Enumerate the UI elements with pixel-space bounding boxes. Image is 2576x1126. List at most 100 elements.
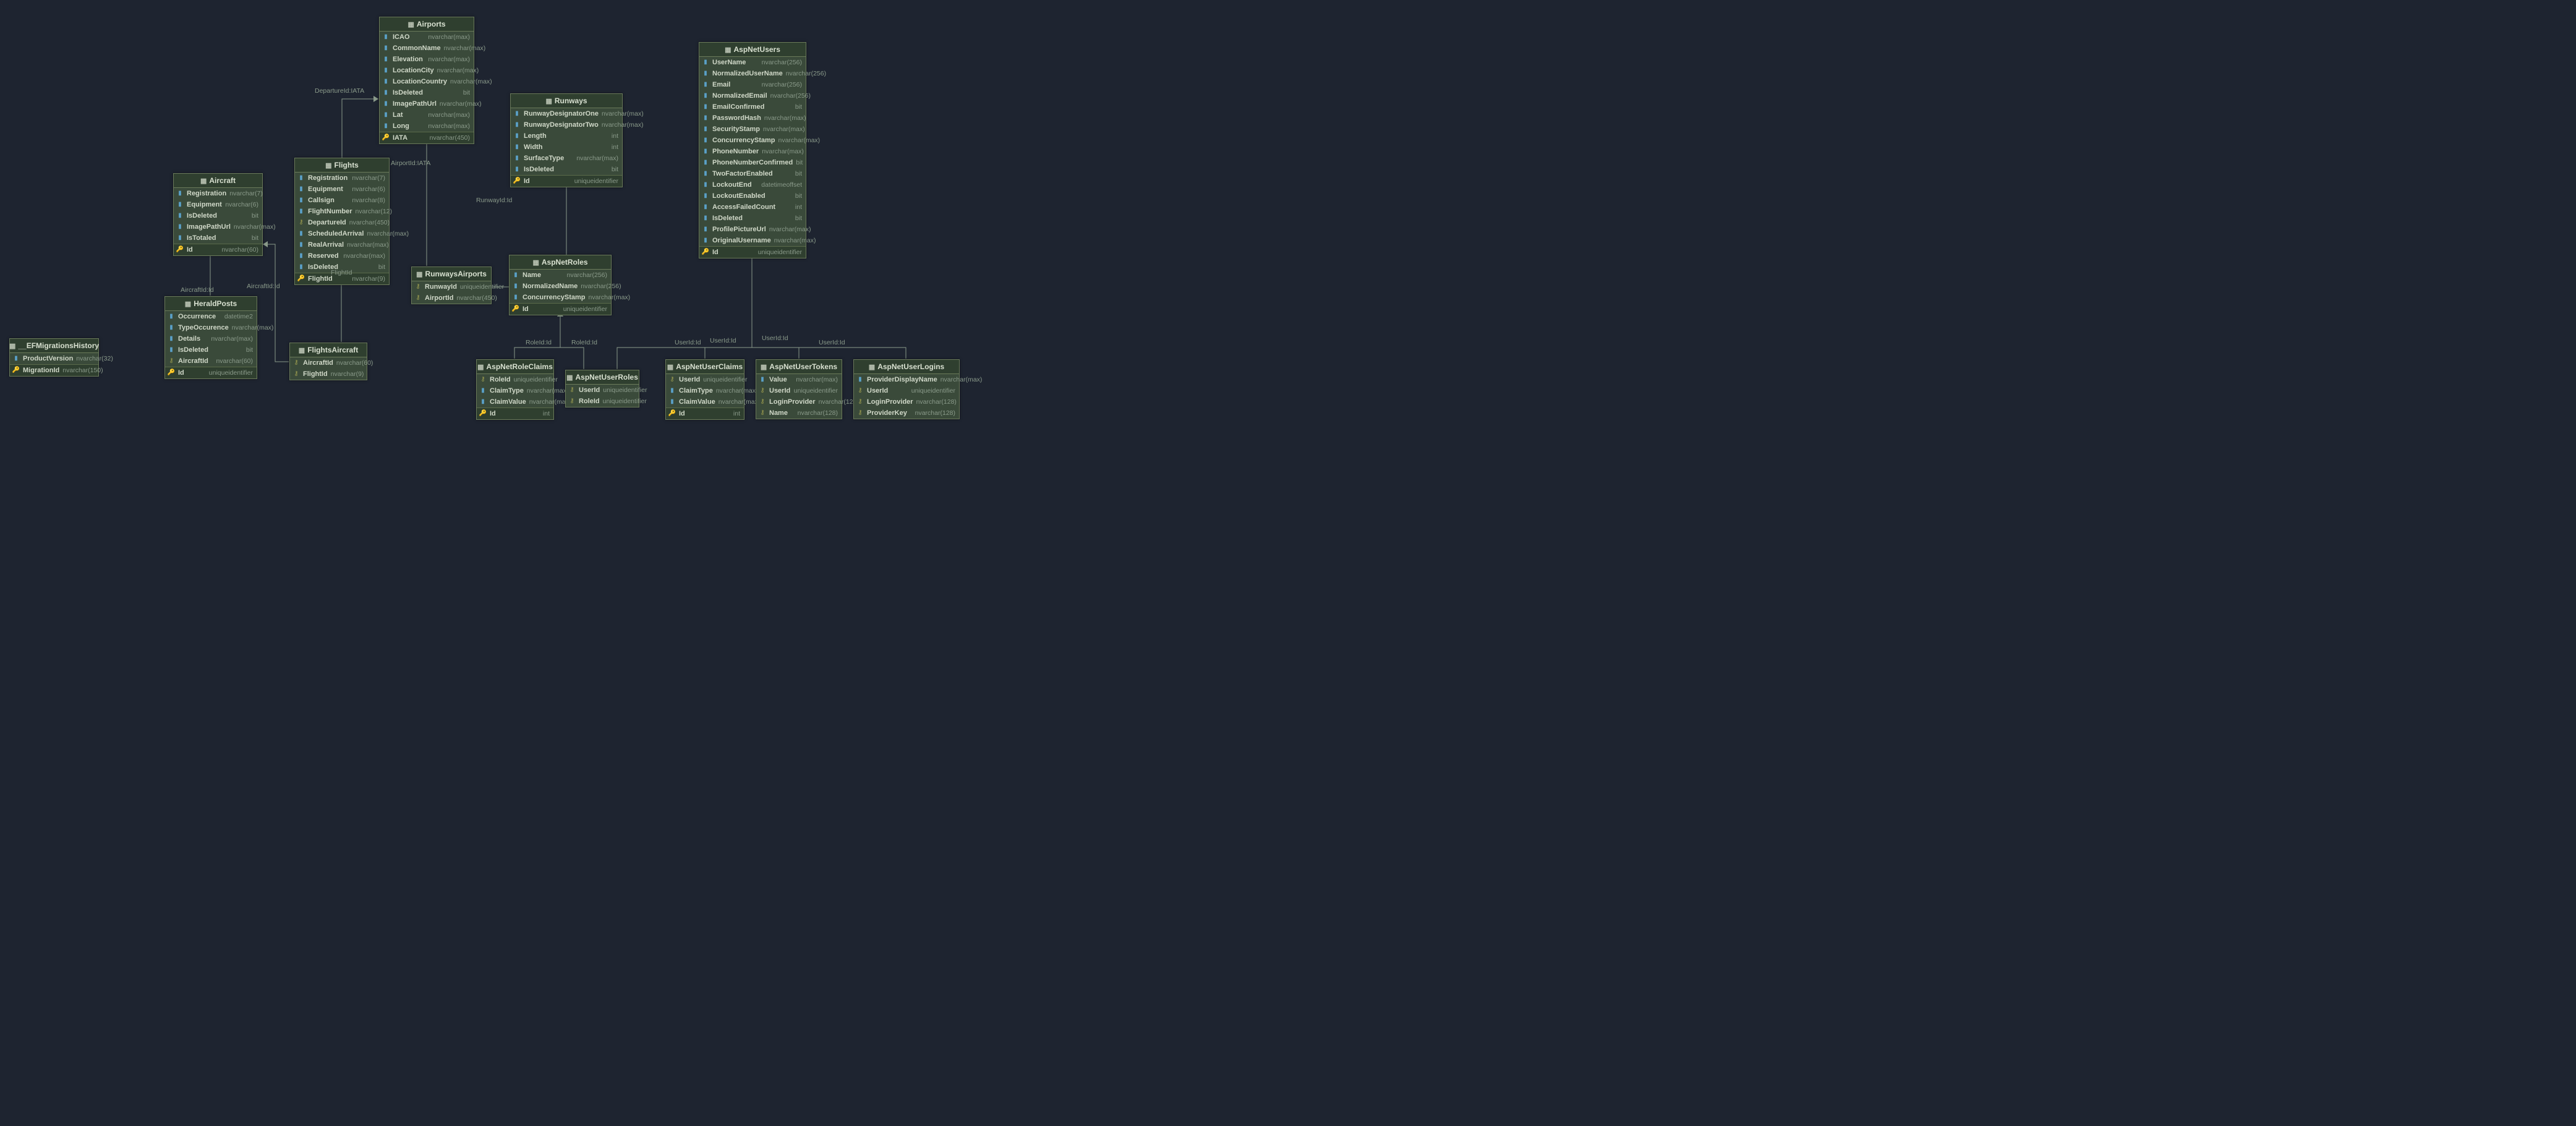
column-row[interactable]: ▮ScheduledArrivalnvarchar(max) xyxy=(295,228,389,239)
column-row[interactable]: ▮EmailConfirmedbit xyxy=(699,101,806,113)
column-row[interactable]: ▮LockoutEnddatetimeoffset xyxy=(699,179,806,190)
table-header[interactable]: ▦AspNetUserRoles xyxy=(566,370,639,385)
column-row[interactable]: ▮IsDeletedbit xyxy=(511,164,622,175)
column-row[interactable]: ⚷UserIduniqueidentifier xyxy=(566,385,639,396)
column-row[interactable]: 🔑Idnvarchar(60) xyxy=(174,244,262,255)
column-row[interactable]: ▮RunwayDesignatorTwonvarchar(max) xyxy=(511,119,622,130)
column-row[interactable]: ▮LocationCitynvarchar(max) xyxy=(380,65,474,76)
table-header[interactable]: ▦FlightsAircraft xyxy=(290,343,367,357)
column-row[interactable]: ⚷UserIduniqueidentifier xyxy=(854,385,959,396)
column-row[interactable]: ▮IsDeletedbit xyxy=(380,87,474,98)
column-row[interactable]: ▮PasswordHashnvarchar(max) xyxy=(699,113,806,124)
column-row[interactable]: ▮ImagePathUrlnvarchar(max) xyxy=(174,221,262,232)
column-row[interactable]: ▮SecurityStampnvarchar(max) xyxy=(699,124,806,135)
table-header[interactable]: ▦RunwaysAirports xyxy=(412,267,491,281)
column-row[interactable]: 🔑Idint xyxy=(477,407,553,419)
column-row[interactable]: ▮Namenvarchar(256) xyxy=(510,270,611,281)
column-row[interactable]: ▮Reservednvarchar(max) xyxy=(295,250,389,262)
column-row[interactable]: ▮ClaimTypenvarchar(max) xyxy=(477,385,553,396)
column-row[interactable]: ▮ClaimValuenvarchar(max) xyxy=(477,396,553,407)
column-row[interactable]: ⚷LoginProvidernvarchar(128) xyxy=(756,396,842,407)
table-runways[interactable]: ▦Runways▮RunwayDesignatorOnenvarchar(max… xyxy=(510,93,623,187)
column-row[interactable]: ▮ProductVersionnvarchar(32) xyxy=(10,353,98,364)
table-userroles[interactable]: ▦AspNetUserRoles⚷UserIduniqueidentifier⚷… xyxy=(565,370,639,407)
table-roleclaims[interactable]: ▦AspNetRoleClaims⚷RoleIduniqueidentifier… xyxy=(476,359,554,420)
table-header[interactable]: ▦HeraldPosts xyxy=(165,297,257,311)
column-row[interactable]: 🔑MigrationIdnvarchar(150) xyxy=(10,364,98,376)
column-row[interactable]: ⚷RoleIduniqueidentifier xyxy=(477,374,553,385)
table-flights[interactable]: ▦Flights▮Registrationnvarchar(7)▮Equipme… xyxy=(294,158,390,285)
column-row[interactable]: ▮UserNamenvarchar(256) xyxy=(699,57,806,68)
column-row[interactable]: ▮Occurrencedatetime2 xyxy=(165,311,257,322)
table-herald[interactable]: ▦HeraldPosts▮Occurrencedatetime2▮TypeOcc… xyxy=(164,296,257,379)
table-header[interactable]: ▦AspNetRoleClaims xyxy=(477,360,553,374)
table-userclaims[interactable]: ▦AspNetUserClaims⚷UserIduniqueidentifier… xyxy=(665,359,744,420)
column-row[interactable]: ▮IsTotaledbit xyxy=(174,232,262,244)
column-row[interactable]: ▮LockoutEnabledbit xyxy=(699,190,806,202)
table-header[interactable]: ▦AspNetUsers xyxy=(699,43,806,57)
column-row[interactable]: ▮CommonNamenvarchar(max) xyxy=(380,43,474,54)
column-row[interactable]: ▮RunwayDesignatorOnenvarchar(max) xyxy=(511,108,622,119)
column-row[interactable]: 🔑Iduniqueidentifier xyxy=(699,246,806,258)
column-row[interactable]: ▮PhoneNumberConfirmedbit xyxy=(699,157,806,168)
column-row[interactable]: ▮RealArrivalnvarchar(max) xyxy=(295,239,389,250)
column-row[interactable]: ▮TypeOccurencenvarchar(max) xyxy=(165,322,257,333)
column-row[interactable]: ▮NormalizedUserNamenvarchar(256) xyxy=(699,68,806,79)
column-row[interactable]: ▮Widthint xyxy=(511,142,622,153)
table-users[interactable]: ▦AspNetUsers▮UserNamenvarchar(256)▮Norma… xyxy=(699,42,806,258)
column-row[interactable]: ▮ClaimValuenvarchar(max) xyxy=(666,396,744,407)
table-header[interactable]: ▦AspNetRoles xyxy=(510,255,611,270)
column-row[interactable]: ⚷Namenvarchar(128) xyxy=(756,407,842,419)
table-logins[interactable]: ▦AspNetUserLogins▮ProviderDisplayNamenva… xyxy=(853,359,960,419)
table-tokens[interactable]: ▦AspNetUserTokens▮Valuenvarchar(max)⚷Use… xyxy=(756,359,842,419)
table-airports[interactable]: ▦Airports▮ICAOnvarchar(max)▮CommonNamenv… xyxy=(379,17,474,144)
column-row[interactable]: 🔑Idint xyxy=(666,407,744,419)
column-row[interactable]: ▮FlightNumbernvarchar(12) xyxy=(295,206,389,217)
table-roles[interactable]: ▦AspNetRoles▮Namenvarchar(256)▮Normalize… xyxy=(509,255,612,315)
table-header[interactable]: ▦Aircraft xyxy=(174,174,262,188)
table-header[interactable]: ▦__EFMigrationsHistory xyxy=(10,339,98,353)
column-row[interactable]: ▮ConcurrencyStampnvarchar(max) xyxy=(510,292,611,303)
column-row[interactable]: ▮TwoFactorEnabledbit xyxy=(699,168,806,179)
column-row[interactable]: ⚷UserIduniqueidentifier xyxy=(666,374,744,385)
column-row[interactable]: ▮Registrationnvarchar(7) xyxy=(295,173,389,184)
column-row[interactable]: ⚷LoginProvidernvarchar(128) xyxy=(854,396,959,407)
column-row[interactable]: ▮Lengthint xyxy=(511,130,622,142)
column-row[interactable]: ⚷UserIduniqueidentifier xyxy=(756,385,842,396)
table-fa[interactable]: ▦FlightsAircraft⚷AircraftIdnvarchar(60)⚷… xyxy=(289,343,367,380)
column-row[interactable]: ▮Equipmentnvarchar(6) xyxy=(295,184,389,195)
table-header[interactable]: ▦AspNetUserTokens xyxy=(756,360,842,374)
column-row[interactable]: ⚷AirportIdnvarchar(450) xyxy=(412,292,491,304)
column-row[interactable]: ⚷FlightIdnvarchar(9) xyxy=(290,369,367,380)
column-row[interactable]: ▮Callsignnvarchar(8) xyxy=(295,195,389,206)
column-row[interactable]: ▮SurfaceTypenvarchar(max) xyxy=(511,153,622,164)
column-row[interactable]: ▮AccessFailedCountint xyxy=(699,202,806,213)
table-ra[interactable]: ▦RunwaysAirports⚷RunwayIduniqueidentifie… xyxy=(411,267,492,304)
column-row[interactable]: ▮ICAOnvarchar(max) xyxy=(380,32,474,43)
column-row[interactable]: ▮Emailnvarchar(256) xyxy=(699,79,806,90)
column-row[interactable]: ▮ClaimTypenvarchar(max) xyxy=(666,385,744,396)
column-row[interactable]: ▮IsDeletedbit xyxy=(165,344,257,356)
table-header[interactable]: ▦AspNetUserLogins xyxy=(854,360,959,374)
column-row[interactable]: ⚷ProviderKeynvarchar(128) xyxy=(854,407,959,419)
column-row[interactable]: ▮Longnvarchar(max) xyxy=(380,121,474,132)
column-row[interactable]: ▮Valuenvarchar(max) xyxy=(756,374,842,385)
column-row[interactable]: ▮NormalizedEmailnvarchar(256) xyxy=(699,90,806,101)
table-header[interactable]: ▦AspNetUserClaims xyxy=(666,360,744,374)
column-row[interactable]: ▮Elevationnvarchar(max) xyxy=(380,54,474,65)
column-row[interactable]: ▮Registrationnvarchar(7) xyxy=(174,188,262,199)
column-row[interactable]: ▮Detailsnvarchar(max) xyxy=(165,333,257,344)
column-row[interactable]: ▮PhoneNumbernvarchar(max) xyxy=(699,146,806,157)
column-row[interactable]: ▮ProviderDisplayNamenvarchar(max) xyxy=(854,374,959,385)
column-row[interactable]: 🔑Iduniqueidentifier xyxy=(165,367,257,378)
table-header[interactable]: ▦Flights xyxy=(295,158,389,173)
column-row[interactable]: ⚷AircraftIdnvarchar(60) xyxy=(290,357,367,369)
column-row[interactable]: ⚷RoleIduniqueidentifier xyxy=(566,396,639,407)
column-row[interactable]: ▮Latnvarchar(max) xyxy=(380,109,474,121)
column-row[interactable]: 🔑Iduniqueidentifier xyxy=(510,303,611,315)
column-row[interactable]: 🔑IATAnvarchar(450) xyxy=(380,132,474,143)
column-row[interactable]: ▮ConcurrencyStampnvarchar(max) xyxy=(699,135,806,146)
column-row[interactable]: ▮IsDeletedbit xyxy=(699,213,806,224)
column-row[interactable]: ▮NormalizedNamenvarchar(256) xyxy=(510,281,611,292)
column-row[interactable]: ▮LocationCountrynvarchar(max) xyxy=(380,76,474,87)
